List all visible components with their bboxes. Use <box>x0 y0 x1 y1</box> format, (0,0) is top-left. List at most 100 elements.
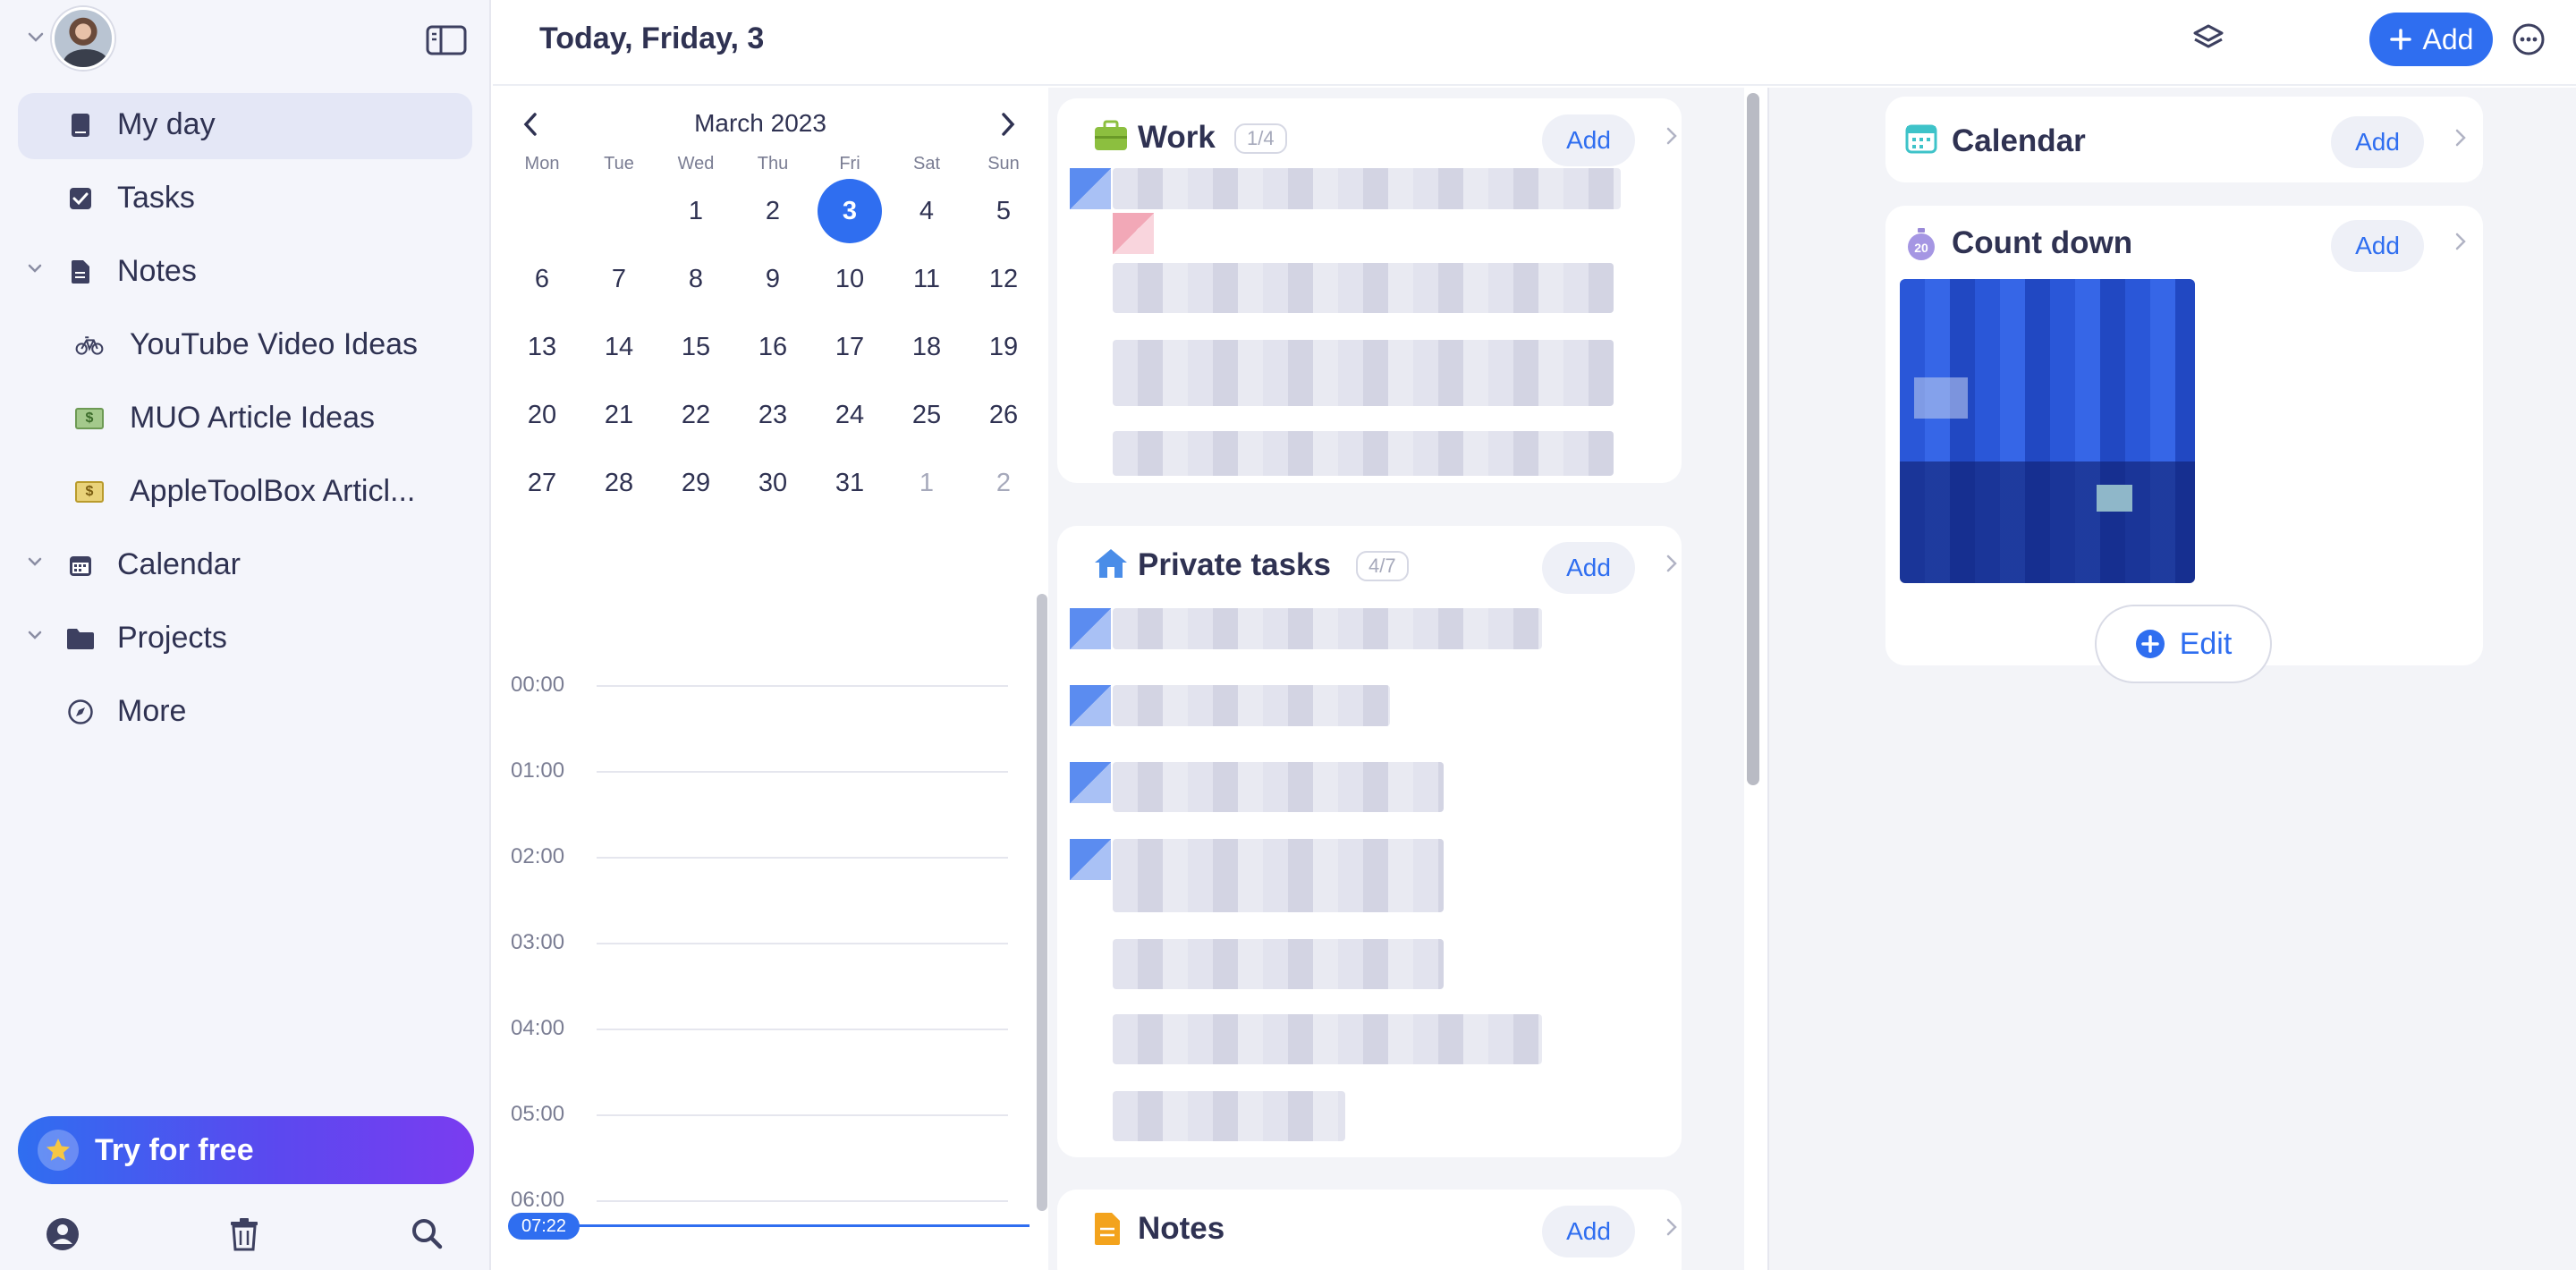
chevron-down-icon[interactable] <box>27 556 43 567</box>
calendar-day[interactable]: 14 <box>587 315 651 379</box>
sidebar-item-my-day[interactable]: My day <box>0 88 491 161</box>
calendar-day[interactable]: 15 <box>664 315 728 379</box>
sidebar-toggle-icon[interactable] <box>426 25 467 55</box>
sidebar-item-calendar[interactable]: Calendar <box>0 528 491 601</box>
search-icon[interactable] <box>410 1216 444 1250</box>
chevron-right-icon[interactable] <box>2454 231 2467 252</box>
calendar-day[interactable]: 24 <box>818 383 882 447</box>
chevron-right-icon[interactable] <box>1665 1216 1678 1238</box>
calendar-day[interactable]: 12 <box>971 247 1036 311</box>
money-icon: $ <box>75 404 104 433</box>
work-add-button[interactable]: Add <box>1542 114 1635 166</box>
calendar-day[interactable]: 3 <box>818 179 882 243</box>
calendar-day[interactable]: 2 <box>971 451 1036 515</box>
sidebar-item-notes[interactable]: Notes <box>0 234 491 308</box>
chevron-right-icon[interactable] <box>999 111 1017 138</box>
trash-icon[interactable] <box>229 1216 259 1252</box>
calendar-day[interactable]: 13 <box>510 315 574 379</box>
task-checkbox-icon[interactable] <box>1070 762 1111 803</box>
document-icon <box>66 258 95 286</box>
chevron-right-icon[interactable] <box>1665 553 1678 574</box>
calendar-day[interactable]: 19 <box>971 315 1036 379</box>
lists-scrollbar[interactable] <box>1747 93 1759 785</box>
hour-label: 02:00 <box>511 844 565 868</box>
list-item[interactable] <box>1113 168 1621 209</box>
home-icon <box>1093 547 1129 580</box>
calendar-day[interactable]: 16 <box>741 315 805 379</box>
try-for-free-button[interactable]: Try for free <box>18 1116 474 1184</box>
calendar-day[interactable]: 28 <box>587 451 651 515</box>
sidebar-item-tasks[interactable]: Tasks <box>0 161 491 234</box>
calendar-day[interactable]: 31 <box>818 451 882 515</box>
calendar-day[interactable]: 23 <box>741 383 805 447</box>
calendar-icon <box>66 551 95 580</box>
sidebar-item-youtube-video-ideas[interactable]: YouTube Video Ideas <box>0 308 491 381</box>
calendar-day[interactable]: 25 <box>894 383 959 447</box>
avatar[interactable] <box>52 7 114 70</box>
calendar-add-button[interactable]: Add <box>2331 116 2424 168</box>
task-checkbox-icon[interactable] <box>1070 685 1111 726</box>
layers-icon[interactable] <box>2190 21 2226 57</box>
private-add-button[interactable]: Add <box>1542 542 1635 594</box>
chevron-down-icon[interactable] <box>27 30 45 43</box>
more-options-icon[interactable] <box>2511 21 2546 57</box>
day-timeline[interactable]: 00:0001:0002:0003:0004:0005:0006:0007:00 <box>493 588 1028 1270</box>
weekday-label: Fri <box>839 154 860 174</box>
calendar-day[interactable]: 4 <box>894 179 959 243</box>
chevron-down-icon[interactable] <box>27 263 43 274</box>
calendar-day[interactable]: 22 <box>664 383 728 447</box>
calendar-day[interactable]: 18 <box>894 315 959 379</box>
list-item[interactable] <box>1113 762 1444 812</box>
list-item[interactable] <box>1113 939 1444 989</box>
work-card-header: Work 1/4 Add <box>1073 98 1698 179</box>
chevron-right-icon[interactable] <box>1665 125 1678 147</box>
list-item[interactable] <box>1113 431 1614 476</box>
list-item[interactable] <box>1113 1091 1345 1141</box>
calendar-day[interactable]: 1 <box>664 179 728 243</box>
calendar-day[interactable]: 5 <box>971 179 1036 243</box>
calendar-day[interactable]: 11 <box>894 247 959 311</box>
sidebar-item-more[interactable]: More <box>0 674 491 748</box>
list-item[interactable] <box>1113 685 1390 726</box>
account-icon[interactable] <box>45 1216 80 1252</box>
task-checkbox-icon[interactable] <box>1070 168 1111 209</box>
timeline-scrollbar[interactable] <box>1037 594 1047 1211</box>
calendar-day[interactable]: 27 <box>510 451 574 515</box>
chevron-down-icon[interactable] <box>27 630 43 640</box>
calendar-day[interactable]: 17 <box>818 315 882 379</box>
list-item[interactable] <box>1113 1014 1542 1064</box>
calendar-day[interactable]: 10 <box>818 247 882 311</box>
hour-gridline <box>597 685 1008 687</box>
calendar-day[interactable]: 29 <box>664 451 728 515</box>
countdown-add-button[interactable]: Add <box>2331 220 2424 272</box>
calendar-day[interactable]: 6 <box>510 247 574 311</box>
calendar-day[interactable]: 20 <box>510 383 574 447</box>
calendar-day[interactable]: 30 <box>741 451 805 515</box>
list-item[interactable] <box>1113 340 1614 406</box>
list-item[interactable] <box>1113 263 1614 313</box>
calendar-widget-title: Calendar <box>1952 123 2086 158</box>
current-time-badge: 07:22 <box>508 1213 580 1240</box>
chevron-right-icon[interactable] <box>2454 127 2467 148</box>
calendar-day[interactable]: 21 <box>587 383 651 447</box>
list-item[interactable] <box>1113 839 1444 912</box>
notes-add-button[interactable]: Add <box>1542 1206 1635 1257</box>
sidebar-item-muo-article-ideas[interactable]: $ MUO Article Ideas <box>0 381 491 454</box>
calendar-day[interactable]: 2 <box>741 179 805 243</box>
task-checkbox-icon[interactable] <box>1070 608 1111 649</box>
list-item[interactable] <box>1113 608 1542 649</box>
sidebar-top <box>0 0 491 82</box>
calendar-day[interactable]: 1 <box>894 451 959 515</box>
calendar-day[interactable]: 26 <box>971 383 1036 447</box>
calendar-day[interactable]: 8 <box>664 247 728 311</box>
calendar-day[interactable]: 9 <box>741 247 805 311</box>
add-button[interactable]: Add <box>2369 13 2493 66</box>
sidebar-item-projects[interactable]: Projects <box>0 601 491 674</box>
task-checkbox-icon[interactable] <box>1070 839 1111 880</box>
month-label: March 2023 <box>694 109 826 137</box>
edit-widgets-button[interactable]: Edit <box>2095 605 2272 683</box>
sidebar-item-appletoolbox-articles[interactable]: $ AppleToolBox Articl... <box>0 454 491 528</box>
calendar-day[interactable]: 7 <box>587 247 651 311</box>
weekday-label: Thu <box>757 154 789 174</box>
document-icon <box>1093 1211 1122 1247</box>
